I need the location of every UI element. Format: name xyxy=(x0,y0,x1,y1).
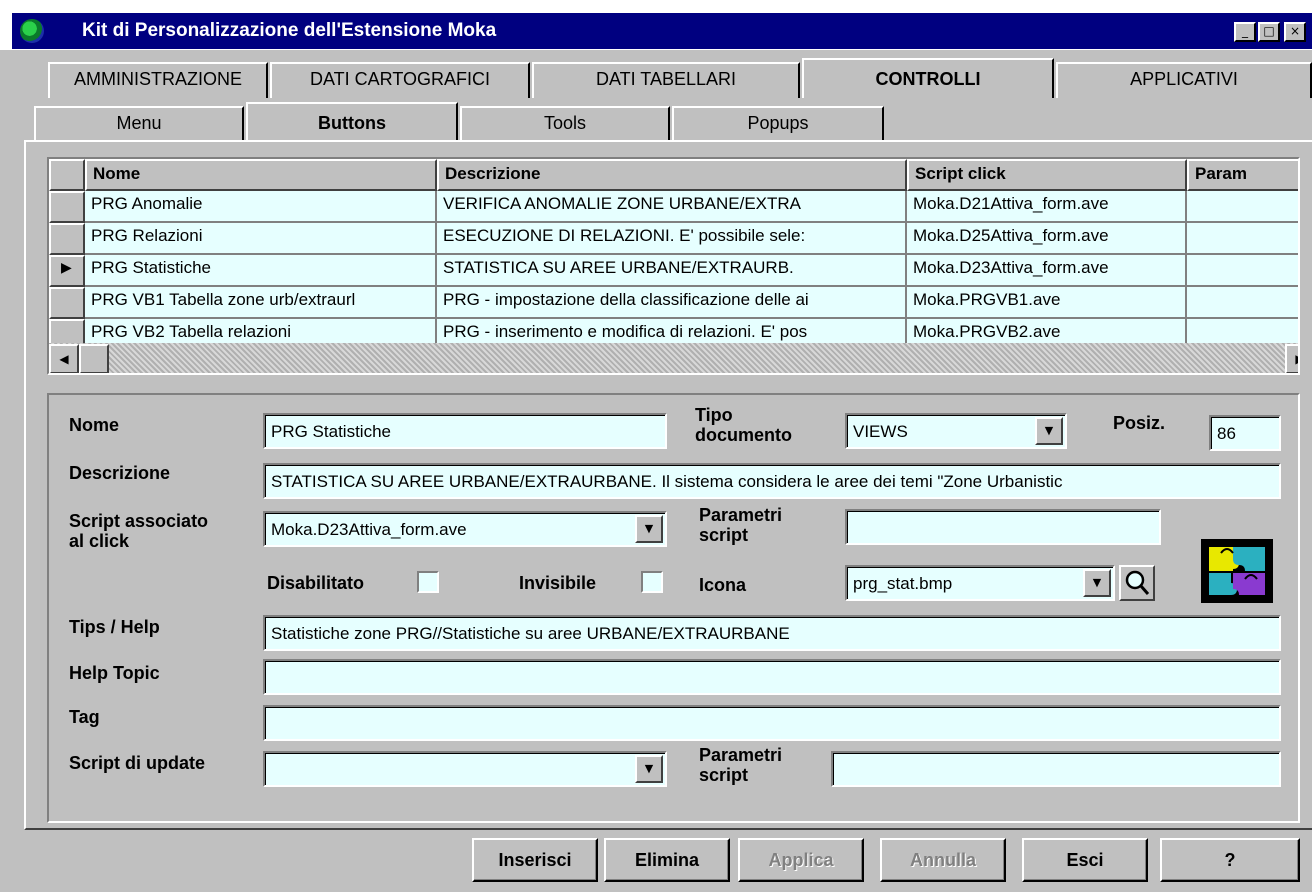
icon-preview xyxy=(1201,539,1273,603)
table-cell[interactable]: VERIFICA ANOMALIE ZONE URBANE/EXTRA xyxy=(437,191,907,223)
tab-dati-tabellari[interactable]: DATI TABELLARI xyxy=(532,62,800,98)
tipo-documento-dropdown-button[interactable]: ▼ xyxy=(1035,417,1063,445)
current-row-marker[interactable]: ▶ xyxy=(49,255,85,287)
tab-applicativi[interactable]: APPLICATIVI xyxy=(1056,62,1312,98)
tag-label: Tag xyxy=(69,707,100,727)
title-bar: Kit di Personalizzazione dell'Estensione… xyxy=(0,0,1312,50)
row-selector[interactable] xyxy=(49,287,85,319)
help-button[interactable]: ? xyxy=(1160,838,1300,882)
subtab-menu[interactable]: Menu xyxy=(34,106,244,142)
subtab-tools[interactable]: Tools xyxy=(460,106,670,142)
invisibile-label: Invisibile xyxy=(519,573,597,593)
tips-help-field[interactable]: Statistiche zone PRG//Statistiche su are… xyxy=(263,615,1281,651)
posiz-field[interactable]: 86 xyxy=(1209,415,1281,451)
script-di-update-label: Script di update xyxy=(69,753,206,773)
table-cell[interactable]: PRG Statistiche xyxy=(85,255,437,287)
table-cell[interactable]: PRG - impostazione della classificazione… xyxy=(437,287,907,319)
table-cell[interactable]: Moka.PRGVB1.ave xyxy=(907,287,1187,319)
subtab-popups[interactable]: Popups xyxy=(672,106,884,142)
parametri-script-update-field[interactable] xyxy=(831,751,1281,787)
table-cell[interactable] xyxy=(1187,191,1298,223)
disabilitato-checkbox[interactable] xyxy=(417,571,439,593)
parametri-script-field[interactable] xyxy=(845,509,1161,545)
magnifier-icon xyxy=(1125,570,1150,595)
table-cell[interactable]: Moka.D21Attiva_form.ave xyxy=(907,191,1187,223)
tag-field[interactable] xyxy=(263,705,1281,741)
elimina-button[interactable]: Elimina xyxy=(604,838,730,882)
tips-help-label: Tips / Help xyxy=(69,617,160,637)
scroll-left-button[interactable]: ◀ xyxy=(49,344,79,373)
annulla-button[interactable]: Annulla xyxy=(880,838,1006,882)
table-cell[interactable] xyxy=(1187,223,1298,255)
icona-dropdown-button[interactable]: ▼ xyxy=(1083,569,1111,597)
table-cell[interactable] xyxy=(1187,255,1298,287)
row-header-corner xyxy=(49,159,85,191)
tab-dati-cartografici[interactable]: DATI CARTOGRAFICI xyxy=(270,62,530,98)
invisibile-checkbox[interactable] xyxy=(641,571,663,593)
icona-label: Icona xyxy=(699,575,747,595)
subtab-buttons[interactable]: Buttons xyxy=(246,102,458,142)
table-cell[interactable]: PRG VB1 Tabella zone urb/extraurl xyxy=(85,287,437,319)
column-header-descrizione[interactable]: Descrizione xyxy=(437,159,907,191)
minimize-button[interactable]: _ xyxy=(1234,22,1256,42)
row-selector[interactable] xyxy=(49,191,85,223)
icon-browse-button[interactable] xyxy=(1119,565,1155,601)
globe-icon xyxy=(20,19,44,43)
tab-amministrazione[interactable]: AMMINISTRAZIONE xyxy=(48,62,268,98)
nome-label: Nome xyxy=(69,415,120,435)
horizontal-scroll-thumb[interactable] xyxy=(79,344,109,373)
table-cell[interactable]: ESECUZIONE DI RELAZIONI. E' possibile se… xyxy=(437,223,907,255)
table-cell[interactable] xyxy=(1187,287,1298,319)
help-topic-field[interactable] xyxy=(263,659,1281,695)
table-cell[interactable]: PRG Relazioni xyxy=(85,223,437,255)
table-cell[interactable]: Moka.D25Attiva_form.ave xyxy=(907,223,1187,255)
table-cell[interactable]: STATISTICA SU AREE URBANE/EXTRAURB. xyxy=(437,255,907,287)
table-cell[interactable]: Moka.D23Attiva_form.ave xyxy=(907,255,1187,287)
parametri-script-label: Parametri script xyxy=(699,505,783,545)
window-title: Kit di Personalizzazione dell'Estensione… xyxy=(82,20,497,41)
scroll-right-button[interactable]: ▶ xyxy=(1285,344,1298,373)
buttons-table[interactable]: Nome Descrizione Script click Param PRG … xyxy=(47,157,1300,375)
close-button[interactable]: × xyxy=(1284,22,1306,42)
horizontal-scrollbar[interactable]: ◀ ▶ xyxy=(49,343,1298,373)
parametri-script-update-label: Parametri script xyxy=(699,745,783,785)
help-topic-label: Help Topic xyxy=(69,663,160,683)
column-header-script-click[interactable]: Script click xyxy=(907,159,1187,191)
icona-select[interactable]: prg_stat.bmp xyxy=(845,565,1115,601)
disabilitato-label: Disabilitato xyxy=(267,573,365,593)
title-bar-strip: Kit di Personalizzazione dell'Estensione… xyxy=(12,13,1312,49)
detail-form: Nome PRG Statistiche Tipo documento VIEW… xyxy=(47,393,1300,823)
posiz-label: Posiz. xyxy=(1113,413,1166,433)
applica-button[interactable]: Applica xyxy=(738,838,864,882)
puzzle-icon xyxy=(1205,543,1269,599)
script-di-update-dropdown-button[interactable]: ▼ xyxy=(635,755,663,783)
maximize-button[interactable]: □ xyxy=(1258,22,1280,42)
descrizione-field[interactable]: STATISTICA SU AREE URBANE/EXTRAURBANE. I… xyxy=(263,463,1281,499)
tipo-documento-label: Tipo documento xyxy=(695,405,792,445)
esci-button[interactable]: Esci xyxy=(1022,838,1148,882)
tipo-documento-select[interactable]: VIEWS xyxy=(845,413,1067,449)
table-cell[interactable]: PRG Anomalie xyxy=(85,191,437,223)
column-header-param[interactable]: Param xyxy=(1187,159,1298,191)
tab-controlli[interactable]: CONTROLLI xyxy=(802,58,1054,98)
row-selector[interactable] xyxy=(49,223,85,255)
script-di-update-select[interactable] xyxy=(263,751,667,787)
column-header-nome[interactable]: Nome xyxy=(85,159,437,191)
inserisci-button[interactable]: Inserisci xyxy=(472,838,598,882)
descrizione-label: Descrizione xyxy=(69,463,171,483)
script-associato-dropdown-button[interactable]: ▼ xyxy=(635,515,663,543)
script-associato-select[interactable]: Moka.D23Attiva_form.ave xyxy=(263,511,667,547)
script-associato-label: Script associato al click xyxy=(69,511,209,551)
nome-field[interactable]: PRG Statistiche xyxy=(263,413,667,449)
